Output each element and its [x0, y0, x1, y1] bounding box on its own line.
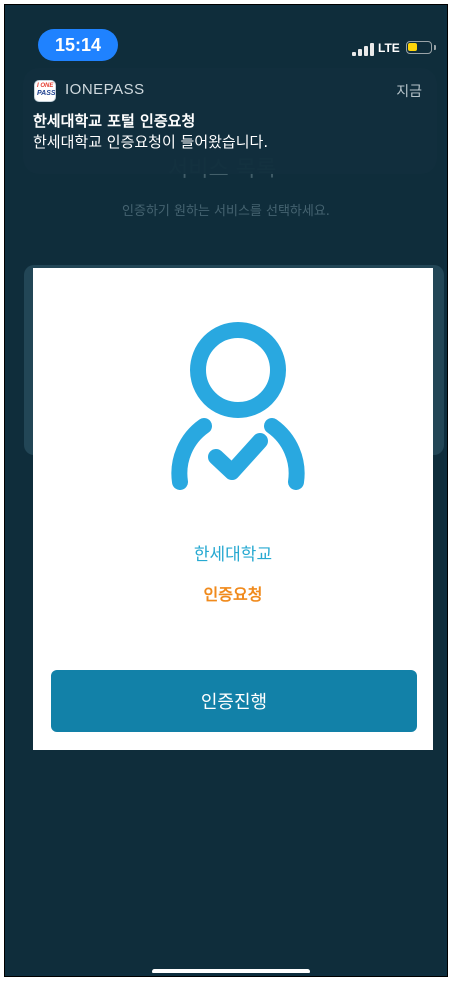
auth-request-modal: 한세대학교 인증요청 인증진행 — [33, 268, 433, 750]
request-label: 인증요청 — [203, 585, 263, 604]
screen: 서비스 목록 인증하기 원하는 서비스를 선택하세요. 15:14 LTE I … — [8, 8, 444, 973]
signal-icon — [352, 42, 374, 56]
notification-time: 지금 — [396, 84, 422, 100]
background-page-subtitle: 인증하기 원하는 서비스를 선택하세요. — [122, 204, 330, 219]
proceed-auth-button[interactable]: 인증진행 — [51, 670, 417, 732]
phone-frame: 서비스 목록 인증하기 원하는 서비스를 선택하세요. 15:14 LTE I … — [4, 4, 448, 977]
notification-body: 한세대학교 인증요청이 들어왔습니다. — [33, 133, 269, 151]
notification-title: 한세대학교 포털 인증요청 — [33, 112, 196, 130]
network-label: LTE — [378, 41, 400, 55]
battery-icon — [406, 41, 436, 54]
app-logo-icon: I ONE PASS — [34, 80, 56, 102]
notification-app-name: IONEPASS — [65, 81, 145, 98]
status-bar: 15:14 LTE — [8, 8, 444, 64]
status-time[interactable]: 15:14 — [38, 29, 118, 61]
user-check-icon — [171, 322, 305, 490]
school-name: 한세대학교 — [193, 545, 273, 565]
home-indicator[interactable] — [152, 969, 310, 973]
notification-banner[interactable]: I ONE PASS IONEPASS 지금 한세대학교 포털 인증요청 한세대… — [23, 68, 437, 174]
